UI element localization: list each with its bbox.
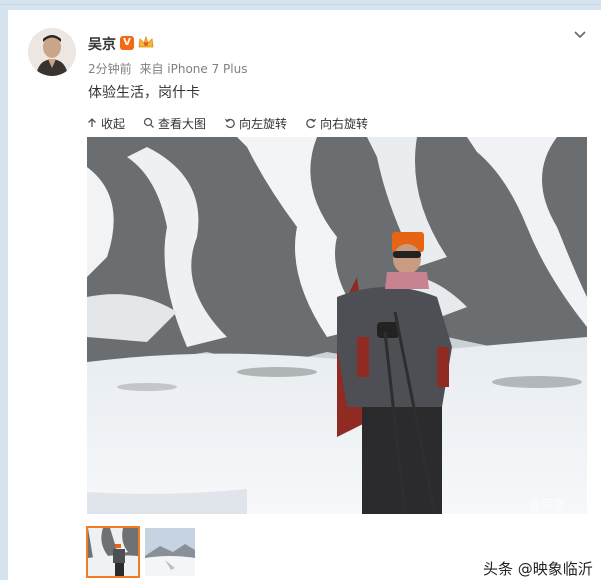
view-large-button[interactable]: 查看大图 — [143, 113, 206, 133]
rotate-right-button[interactable]: 向右旋转 — [305, 113, 368, 133]
view-large-label: 查看大图 — [158, 116, 207, 131]
collapse-icon — [88, 118, 96, 127]
thumbnail-1[interactable] — [86, 526, 140, 578]
collapse-label: 收起 — [101, 116, 126, 131]
weibo-post-card: 吴京 V 2分钟前 来自 iPhone 7 Plus 体验生活，岗什卡 收起 查 — [8, 10, 601, 580]
post-photo[interactable] — [87, 137, 587, 514]
image-toolbar: 收起 查看大图 向左旋转 向右旋转 — [86, 113, 368, 133]
rotate-left-label: 向左旋转 — [239, 116, 288, 131]
vip-crown-icon — [137, 34, 155, 50]
photo-watermark: @吴京 — [529, 498, 566, 512]
post-source[interactable]: 来自 iPhone 7 Plus — [139, 62, 247, 76]
thumbnail-2[interactable] — [145, 528, 195, 576]
rotate-left-icon — [225, 118, 235, 129]
author-name[interactable]: 吴京 — [88, 34, 116, 54]
rotate-right-icon — [306, 118, 317, 129]
rotate-right-label: 向右旋转 — [320, 116, 369, 131]
collapse-button[interactable]: 收起 — [86, 113, 125, 133]
rotate-left-button[interactable]: 向左旋转 — [224, 113, 287, 133]
post-text: 体验生活，岗什卡 — [88, 85, 200, 101]
source-watermark: 头条 @映象临沂 — [483, 560, 593, 578]
post-meta: 2分钟前 来自 iPhone 7 Plus — [88, 60, 251, 77]
verified-badge-icon: V — [120, 36, 134, 50]
search-icon — [143, 117, 154, 128]
chevron-down-icon[interactable] — [572, 27, 588, 43]
author-avatar[interactable] — [28, 28, 76, 76]
post-time[interactable]: 2分钟前 — [88, 62, 132, 76]
